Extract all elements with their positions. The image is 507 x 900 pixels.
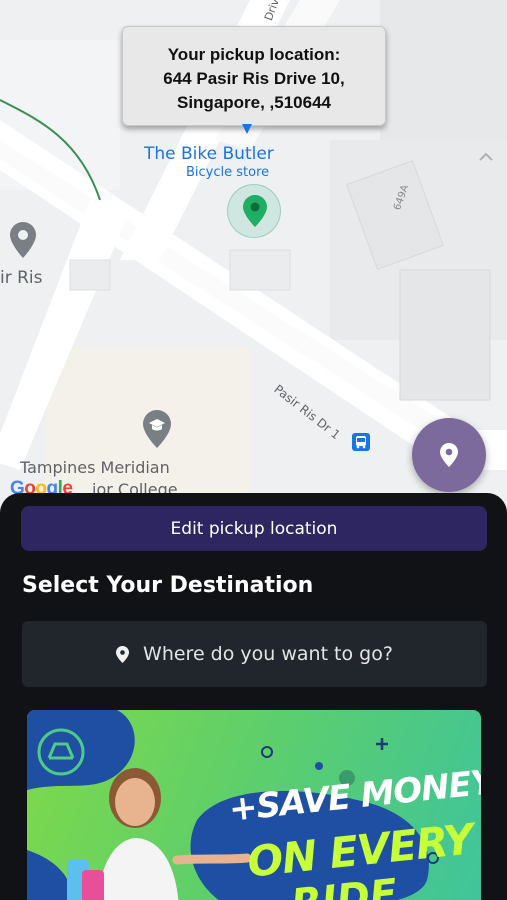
section-title: Select Your Destination <box>22 573 314 598</box>
school-icon[interactable] <box>143 410 171 448</box>
poi-name[interactable]: The Bike Butler <box>144 144 274 164</box>
promo-banner[interactable]: +SAVE MONEY ON EVERY RIDE <box>27 710 481 900</box>
destination-search-input[interactable]: Where do you want to go? <box>22 621 487 687</box>
search-placeholder: Where do you want to go? <box>143 643 393 665</box>
location-pin-icon <box>440 443 458 467</box>
pickup-address-line1: 644 Pasir Ris Drive 10, <box>163 69 345 88</box>
pickup-marker[interactable] <box>227 184 281 238</box>
map-pin-icon[interactable] <box>10 222 36 258</box>
edit-pickup-location-button[interactable]: Edit pickup location <box>21 506 487 551</box>
my-location-button[interactable] <box>412 418 486 492</box>
pickup-info-title: Your pickup location: <box>167 45 341 64</box>
poi-school-name[interactable]: Tampines Meridian <box>20 458 170 477</box>
info-window-anchor <box>242 124 252 134</box>
poi-category: Bicycle store <box>186 165 270 180</box>
pickup-info-window[interactable]: Your pickup location: 644 Pasir Ris Driv… <box>122 26 386 126</box>
map-pin-icon <box>243 195 267 227</box>
area-label: ir Ris <box>0 268 43 288</box>
destination-sheet: Edit pickup location Select Your Destina… <box>0 493 507 900</box>
pickup-address-line2: Singapore, ,510644 <box>176 93 332 112</box>
location-pin-icon <box>116 645 130 663</box>
bus-icon[interactable] <box>352 433 370 451</box>
map-view[interactable]: Drive 649A The Bike Butler Bicycle store… <box>0 0 507 520</box>
